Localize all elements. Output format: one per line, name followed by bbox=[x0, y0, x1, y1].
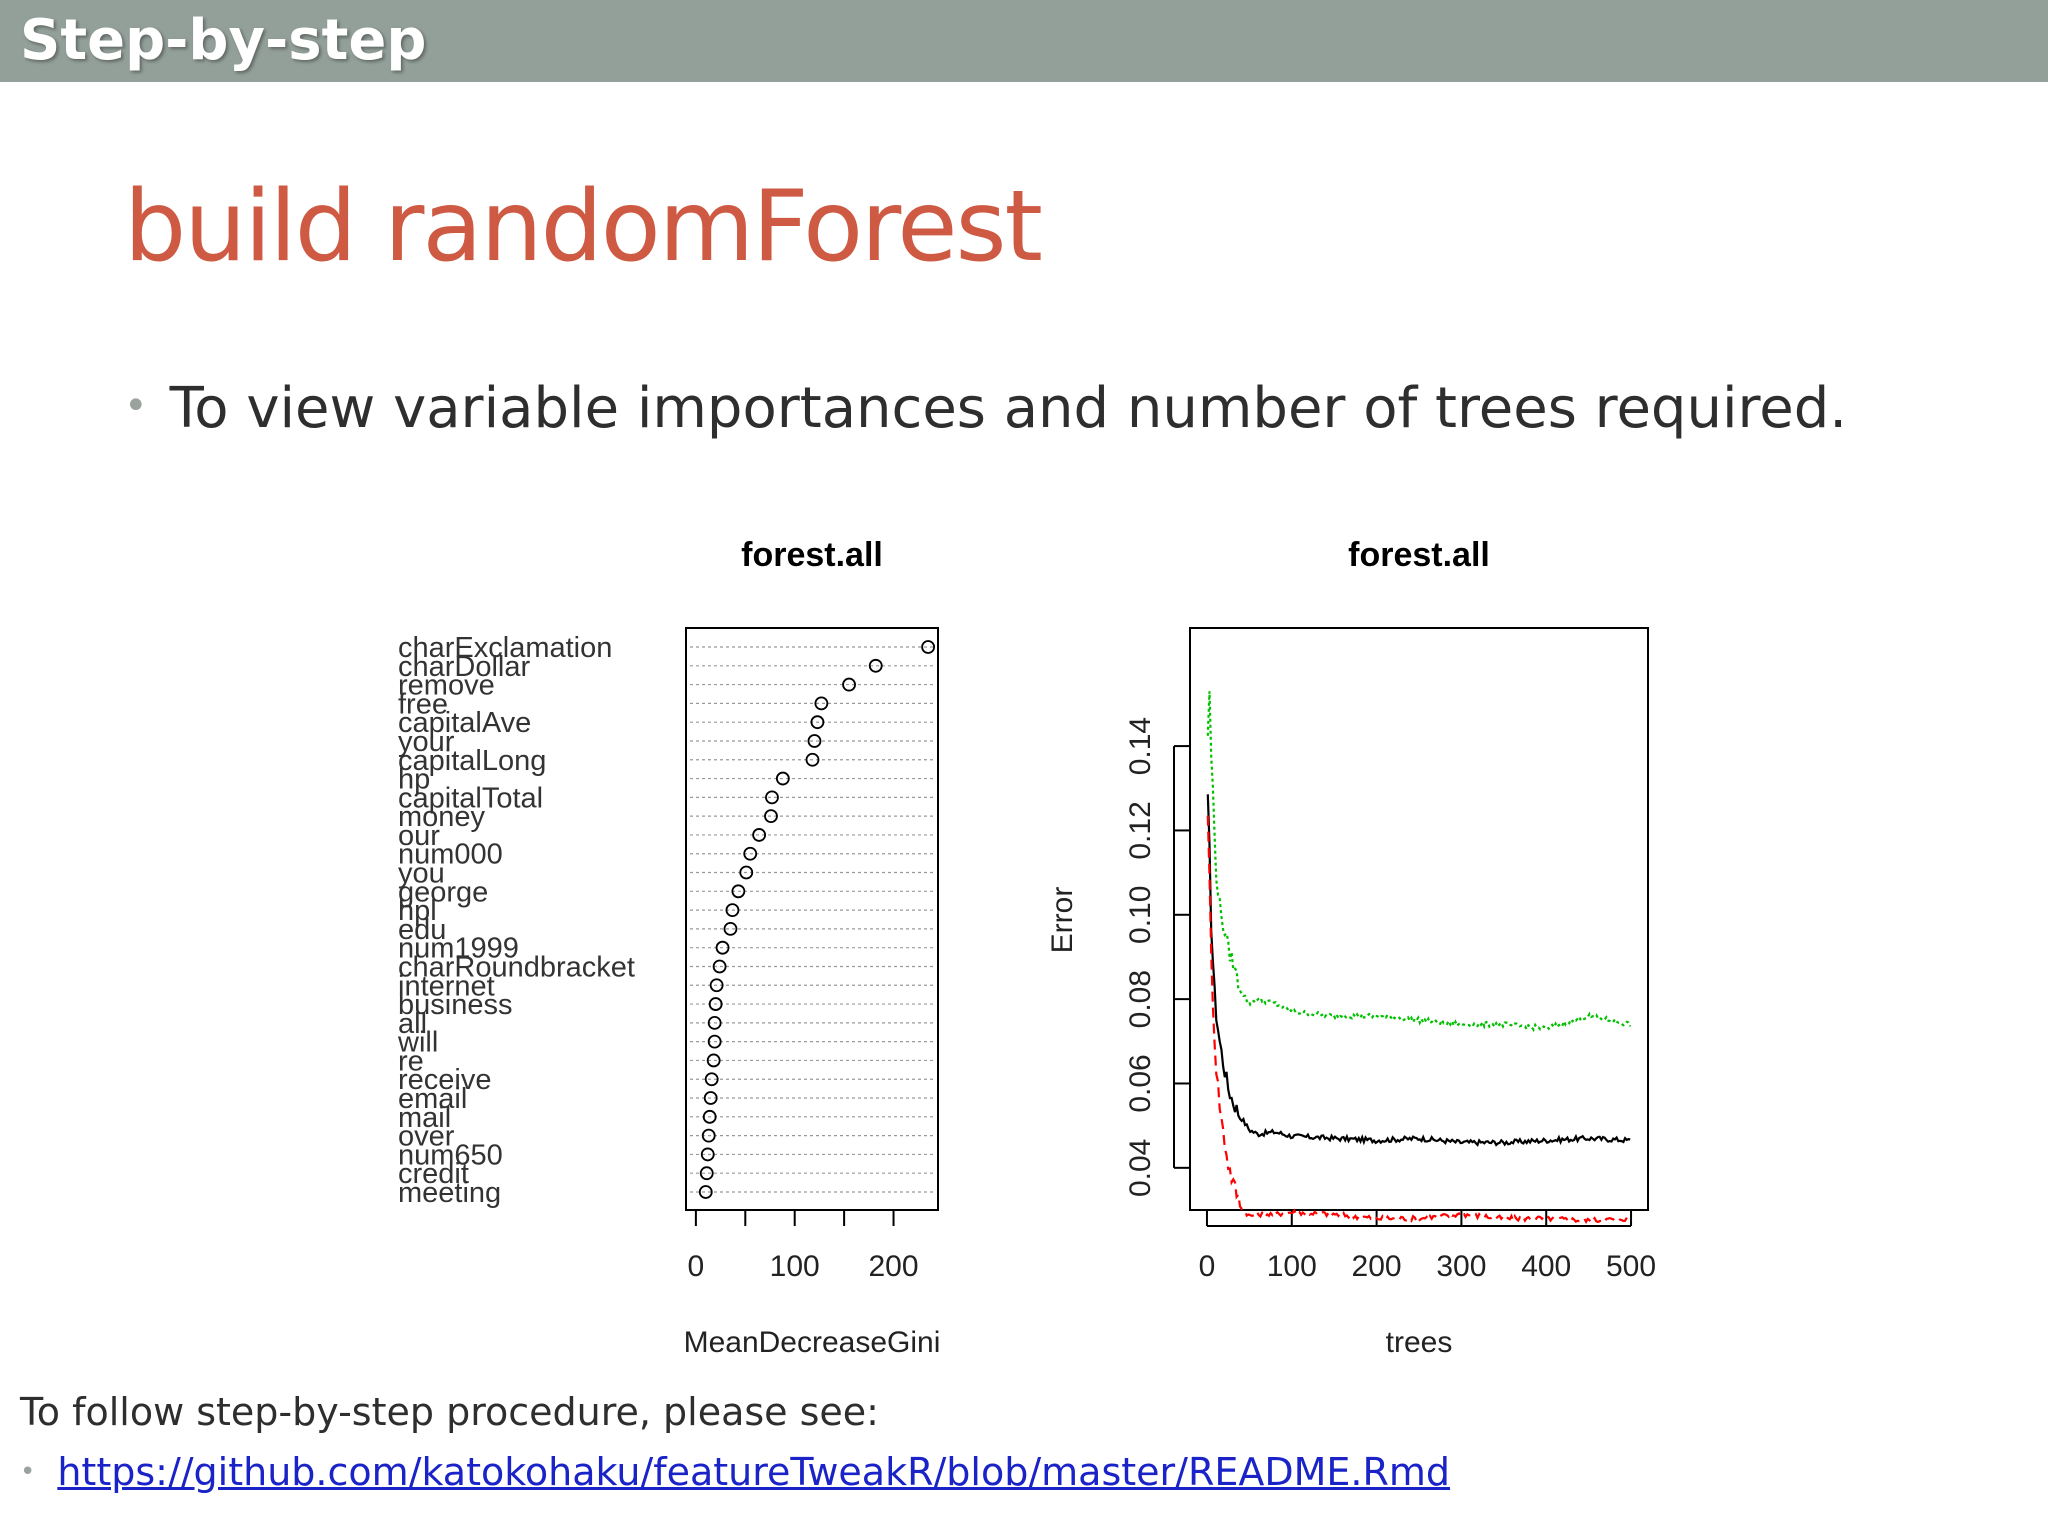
y-tick-label-error: 0.04 bbox=[1124, 1139, 1157, 1197]
x-axis-label-error: trees bbox=[1386, 1326, 1453, 1359]
bullet-dot-icon: • bbox=[20, 1457, 36, 1487]
x-tick-label-error: 400 bbox=[1521, 1250, 1571, 1283]
plot-frame-error bbox=[1189, 627, 1649, 1211]
x-tick-label-importance: 0 bbox=[688, 1250, 705, 1283]
x-tick-label-error: 300 bbox=[1436, 1250, 1486, 1283]
chart-title-error: forest.all bbox=[1348, 536, 1490, 574]
charts-area: forest.all0 100 200MeanDecreaseGinicharExc… bbox=[397, 536, 1656, 1359]
x-tick-label-importance: 200 bbox=[868, 1250, 918, 1283]
chart-title-importance: forest.all bbox=[741, 536, 883, 574]
footer-link-item: • https://github.com/katokohaku/featureTw… bbox=[20, 1450, 1450, 1494]
y-tick-label-error: 0.08 bbox=[1124, 970, 1157, 1028]
x-tick-label-importance: 100 bbox=[770, 1250, 820, 1283]
y-tick-label-error: 0.14 bbox=[1124, 717, 1157, 775]
y-tick-label-error: 0.10 bbox=[1124, 886, 1157, 944]
error-series-line bbox=[1206, 794, 1631, 1147]
x-tick-label-error: 0 bbox=[1199, 1250, 1216, 1283]
readme-link[interactable]: https://github.com/katokohaku/featureTwe… bbox=[57, 1450, 1450, 1494]
y-tick-label-error: 0.06 bbox=[1124, 1054, 1157, 1112]
category-label: meeting bbox=[398, 1177, 501, 1209]
error-series-line bbox=[1206, 815, 1632, 1225]
x-axis-label-importance: MeanDecreaseGini bbox=[684, 1326, 941, 1359]
plot-frame-importance bbox=[685, 627, 939, 1211]
y-axis-label-error: Error bbox=[1046, 887, 1079, 954]
y-tick-label-error: 0.12 bbox=[1124, 801, 1157, 859]
x-tick-label-error: 200 bbox=[1352, 1250, 1402, 1283]
error-series-line bbox=[1206, 691, 1632, 1033]
footer-text: To follow step-by-step procedure, please… bbox=[20, 1390, 879, 1434]
x-tick-label-error: 500 bbox=[1606, 1250, 1656, 1283]
x-tick-label-error: 100 bbox=[1267, 1250, 1317, 1283]
